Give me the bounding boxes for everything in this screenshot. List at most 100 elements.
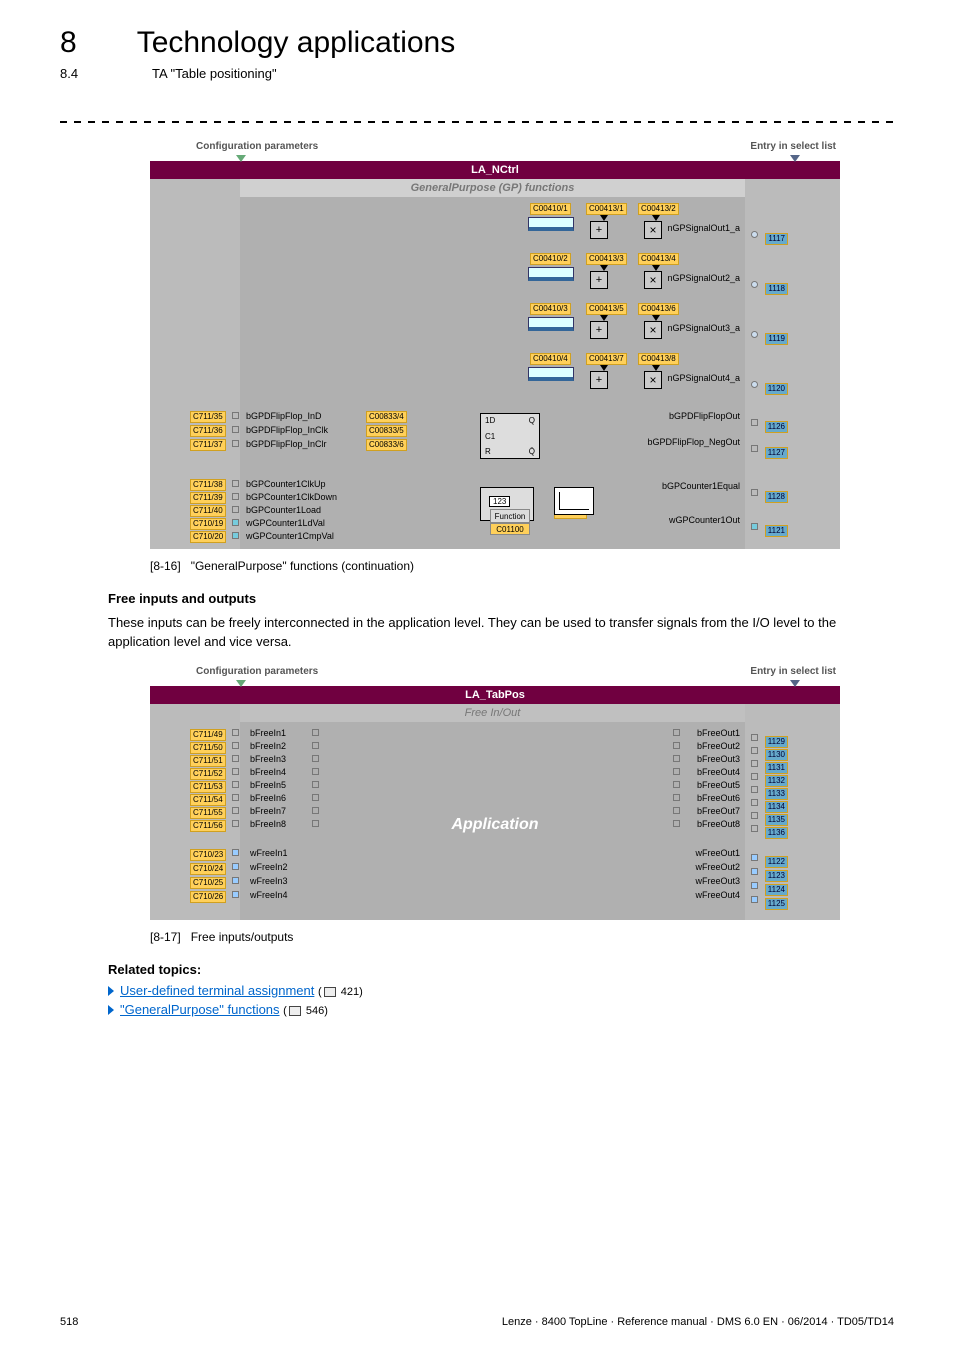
signal-name: bFreeIn2	[250, 741, 286, 751]
pin-label: 1132	[765, 775, 788, 787]
code-label: C00410/2	[530, 253, 571, 265]
pin-dot-icon	[232, 729, 239, 736]
code-label: C00413/6	[638, 303, 679, 315]
port-code: C711/51	[190, 755, 226, 767]
signal-name: bGPDFlipFlop_InClk	[246, 425, 328, 435]
pin-label: 1125	[765, 898, 788, 910]
signal-name: wFreeOut3	[695, 876, 740, 886]
pin-dot-icon	[312, 755, 319, 762]
pin-dot-icon	[232, 493, 239, 500]
signal-name: bFreeIn6	[250, 793, 286, 803]
pin-dot-icon	[232, 781, 239, 788]
pin-dot-icon	[673, 755, 680, 762]
port-code: C711/40	[190, 505, 226, 517]
signal-name: bFreeIn3	[250, 754, 286, 764]
port-code: C711/55	[190, 807, 226, 819]
signal-name: bFreeOut1	[697, 728, 740, 738]
signal-input-icon	[528, 217, 574, 231]
pin-dot-icon	[751, 812, 758, 819]
signal-name: wFreeOut1	[695, 848, 740, 858]
cfg-param-label: Configuration parameters	[196, 141, 318, 152]
flipflop-block: 1D Q C1 R Q̄	[480, 413, 540, 459]
signal-name: bGPDFlipFlop_NegOut	[647, 437, 740, 447]
figure-caption: Free inputs/outputs	[191, 930, 294, 944]
pin-dot-icon	[751, 773, 758, 780]
figure-ref: [8-17]	[150, 930, 181, 944]
adder-icon: +	[590, 271, 608, 289]
port-code: C711/49	[190, 729, 226, 741]
entry-select-label: Entry in select list	[750, 141, 836, 152]
signal-name: bGPCounter1ClkUp	[246, 479, 326, 489]
pin-dot-icon	[751, 854, 758, 861]
pin-dot-icon	[232, 426, 239, 433]
pin-dot-icon	[232, 891, 239, 898]
signal-name: bGPCounter1Load	[246, 505, 321, 515]
pin-dot-icon	[673, 807, 680, 814]
signal-name: nGPSignalOut4_a	[667, 373, 740, 383]
pin-dot-icon	[751, 760, 758, 767]
signal-name: bFreeOut5	[697, 780, 740, 790]
pin-dot-icon	[232, 863, 239, 870]
multiply-icon: ×	[644, 371, 662, 389]
subsection-title: TA "Table positioning"	[152, 66, 277, 81]
pin-dot-icon	[751, 896, 758, 903]
figure-caption: "GeneralPurpose" functions (continuation…	[191, 559, 414, 573]
pin-dot-icon	[312, 742, 319, 749]
pin-label: 1117	[765, 233, 788, 245]
pin-label: 1127	[765, 447, 788, 459]
pin-label: 1129	[765, 736, 788, 748]
multiply-icon: ×	[644, 321, 662, 339]
diagram-header: LA_TabPos	[150, 686, 840, 704]
counter-chart-icon	[554, 487, 594, 515]
port-code: C711/56	[190, 820, 226, 832]
signal-name: bFreeIn7	[250, 806, 286, 816]
pin-dot-icon	[312, 820, 319, 827]
signal-name: wGPCounter1LdVal	[246, 518, 325, 528]
port-code: C710/24	[190, 863, 226, 875]
pin-label: 1134	[765, 801, 788, 813]
pin-dot-icon	[751, 825, 758, 832]
code-label: C00833/6	[366, 439, 407, 451]
code-label: C00413/7	[586, 353, 627, 365]
signal-name: bGPDFlipFlop_InD	[246, 411, 322, 421]
cfg-param-label: Configuration parameters	[196, 666, 318, 677]
arrow-down-icon	[790, 155, 800, 162]
signal-name: bGPDFlipFlop_InClr	[246, 439, 327, 449]
related-link[interactable]: User-defined terminal assignment	[120, 983, 314, 998]
pin-dot-icon	[312, 794, 319, 801]
port-code: C711/54	[190, 794, 226, 806]
signal-input-icon	[528, 267, 574, 281]
pin-dot-icon	[232, 794, 239, 801]
subsection-number: 8.4	[60, 66, 100, 81]
signal-name: bFreeIn4	[250, 767, 286, 777]
pin-dot-icon	[751, 734, 758, 741]
signal-name: wFreeOut4	[695, 890, 740, 900]
signal-name: bFreeOut2	[697, 741, 740, 751]
code-label: C01100	[490, 523, 530, 535]
pin-dot-icon	[751, 747, 758, 754]
pin-dot-icon	[751, 231, 758, 238]
related-link[interactable]: "GeneralPurpose" functions	[120, 1002, 280, 1017]
pin-label: 1120	[765, 383, 788, 395]
pin-label: 1136	[765, 827, 788, 839]
figure-ref: [8-16]	[150, 559, 181, 573]
pin-label: 1128	[765, 491, 788, 503]
port-code: C710/20	[190, 531, 226, 543]
port-code: C711/37	[190, 439, 226, 451]
multiply-icon: ×	[644, 271, 662, 289]
triangle-icon	[108, 1005, 114, 1015]
code-label: C00413/5	[586, 303, 627, 315]
code-label: C00833/4	[366, 411, 407, 423]
signal-name: bFreeOut8	[697, 819, 740, 829]
port-code: C711/35	[190, 411, 226, 423]
port-code: C710/25	[190, 877, 226, 889]
signal-name: wFreeIn3	[250, 876, 288, 886]
code-label: C00410/3	[530, 303, 571, 315]
pin-dot-icon	[751, 868, 758, 875]
multiply-icon: ×	[644, 221, 662, 239]
application-label: Application	[320, 742, 670, 908]
port-code: C711/50	[190, 742, 226, 754]
book-icon	[324, 987, 336, 997]
pin-dot-icon	[673, 794, 680, 801]
arrow-down-icon	[790, 680, 800, 687]
